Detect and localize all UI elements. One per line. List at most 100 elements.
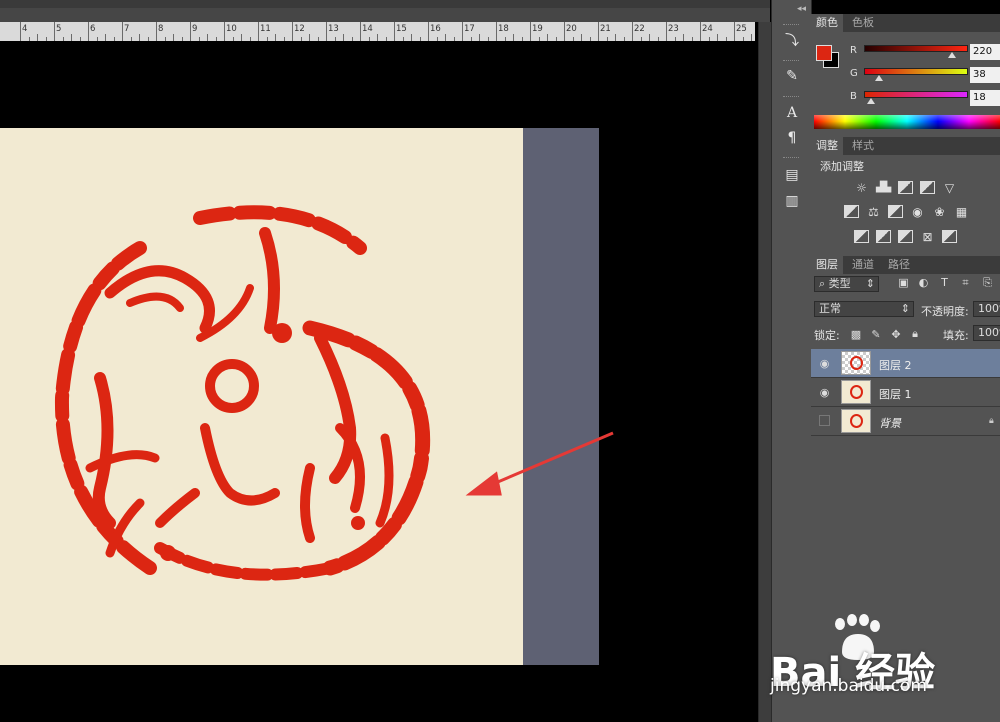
notes-icon[interactable]: ▥ (781, 191, 803, 211)
layer-row-1[interactable]: ◉ 图层 1 (811, 378, 1000, 407)
black-white-icon[interactable] (888, 205, 903, 218)
tab-channels[interactable]: 通道 (847, 256, 879, 274)
ruler-minor-tick (445, 34, 446, 41)
tab-adjustments[interactable]: 调整 (811, 137, 843, 155)
vibrance-icon[interactable]: ▽ (942, 181, 957, 195)
lock-paint-icon[interactable]: ✎ (870, 328, 882, 341)
red-label: R (850, 45, 857, 56)
ruler-tick (20, 22, 21, 41)
seal-thumbnail-mark (850, 356, 863, 370)
channel-mixer-icon[interactable]: ❀ (932, 205, 947, 219)
red-slider[interactable] (864, 45, 968, 52)
layer-name[interactable]: 背景 (879, 415, 901, 431)
ruler-label: 9 (192, 24, 198, 34)
layer-thumbnail (841, 351, 871, 375)
lock-position-icon[interactable]: ✥ (890, 328, 902, 341)
ruler-label: 15 (396, 24, 407, 34)
curves-icon[interactable] (898, 181, 913, 194)
tab-styles[interactable]: 样式 (847, 137, 879, 155)
blue-slider-thumb[interactable] (867, 98, 876, 104)
ruler-tick (496, 22, 497, 41)
ruler-minor-tick (377, 34, 378, 41)
threshold-icon[interactable] (898, 230, 913, 243)
lock-transparent-icon[interactable]: ▩ (850, 328, 862, 341)
layer-name[interactable]: 图层 2 (879, 357, 912, 373)
filter-type-icon[interactable]: T (938, 276, 951, 289)
hue-saturation-icon[interactable] (844, 205, 859, 218)
layers-panel-tabs: 图层 通道 路径 (811, 256, 1000, 274)
blend-mode-select[interactable]: 正常 ⇕ (814, 301, 914, 317)
ruler-label: 7 (124, 24, 130, 34)
lock-all-icon[interactable]: 🔒︎ (909, 327, 921, 340)
green-slider-thumb[interactable] (875, 75, 884, 81)
paragraph-icon[interactable]: ¶ (781, 128, 803, 148)
ruler-minor-tick (581, 34, 582, 41)
ruler-tick (462, 22, 463, 41)
gradient-map-icon[interactable] (942, 230, 957, 243)
red-value-field[interactable]: 220 (970, 44, 1000, 60)
fill-field[interactable]: 100% (973, 325, 1000, 341)
blue-value-field[interactable]: 18 (970, 90, 1000, 106)
layer-name[interactable]: 图层 1 (879, 386, 912, 402)
layer-filter-value: 类型 (828, 277, 851, 290)
green-slider[interactable] (864, 68, 968, 75)
ruler-tick (326, 22, 327, 41)
opacity-field[interactable]: 100% (973, 301, 1000, 317)
ruler-label: 5 (56, 24, 62, 34)
fill-label: 填充: (943, 329, 969, 342)
tab-layers[interactable]: 图层 (811, 256, 843, 274)
ruler-minor-tick (411, 34, 412, 41)
visibility-toggle-off[interactable] (819, 415, 830, 426)
horizontal-ruler[interactable]: 4 5 6 7 8 9 10 11 12 13 14 15 16 17 18 19 20 21 22 23 24 25 (0, 22, 761, 42)
brush-presets-icon[interactable]: ✎ (781, 66, 803, 86)
posterize-icon[interactable] (876, 230, 891, 243)
tab-color[interactable]: 颜色 (811, 14, 843, 32)
filter-adjustment-icon[interactable]: ◐ (917, 276, 930, 289)
filter-pixel-icon[interactable]: ▣ (897, 276, 910, 289)
green-value-field[interactable]: 38 (970, 67, 1000, 83)
eye-icon[interactable]: ◉ (817, 385, 832, 399)
blue-slider[interactable] (864, 91, 968, 98)
add-adjustment-title: 添加调整 (820, 160, 864, 173)
ruler-tick (292, 22, 293, 41)
color-balance-icon[interactable]: ⚖ (866, 205, 881, 219)
color-lookup-icon[interactable]: ▦ (954, 205, 969, 219)
foreground-color-swatch[interactable] (816, 45, 832, 61)
ruler-minor-tick (683, 34, 684, 41)
ruler-minor-tick (751, 34, 752, 41)
layer-row-background[interactable]: 背景 🔒︎ (811, 407, 1000, 436)
levels-icon[interactable]: ▟▙ (876, 181, 891, 194)
ruler-tick (224, 22, 225, 41)
collapse-panels-icon[interactable]: ◂◂ (797, 4, 806, 14)
dock-grip[interactable] (783, 157, 799, 160)
ruler-minor-tick (717, 34, 718, 41)
ruler-label: 17 (464, 24, 475, 34)
tab-swatches[interactable]: 色板 (847, 14, 879, 32)
eye-icon[interactable]: ◉ (817, 356, 832, 370)
filter-smart-object-icon[interactable]: ⎘ (981, 276, 994, 289)
dock-grip[interactable] (783, 96, 799, 99)
selective-color-icon[interactable]: ⊠ (920, 230, 935, 244)
tab-paths[interactable]: 路径 (883, 256, 915, 274)
watermark-url: jingyan.baidu.com (770, 676, 927, 696)
brightness-icon[interactable]: ☼ (854, 181, 869, 195)
ruler-tick (666, 22, 667, 41)
layer-filter-select[interactable]: ⌕ 类型 ⇕ (814, 276, 879, 292)
ruler-tick (122, 22, 123, 41)
seal-stamp-image (54, 205, 431, 581)
exposure-icon[interactable] (920, 181, 935, 194)
ruler-label: 4 (22, 24, 28, 34)
ruler-minor-tick (479, 34, 480, 41)
history-brush-icon[interactable]: ⤵ (781, 30, 803, 50)
ruler-label: 12 (294, 24, 305, 34)
red-slider-thumb[interactable] (947, 52, 956, 58)
book-icon[interactable]: ▤ (781, 165, 803, 185)
dock-grip[interactable] (783, 24, 799, 27)
photo-filter-icon[interactable]: ◉ (910, 205, 925, 219)
layer-row-2[interactable]: ◉ 图层 2 (811, 349, 1000, 378)
invert-icon[interactable] (854, 230, 869, 243)
dock-grip[interactable] (783, 60, 799, 63)
filter-shape-icon[interactable]: ⌗ (959, 276, 972, 289)
character-icon[interactable]: A (781, 103, 803, 123)
lock-label: 锁定: (814, 329, 840, 342)
